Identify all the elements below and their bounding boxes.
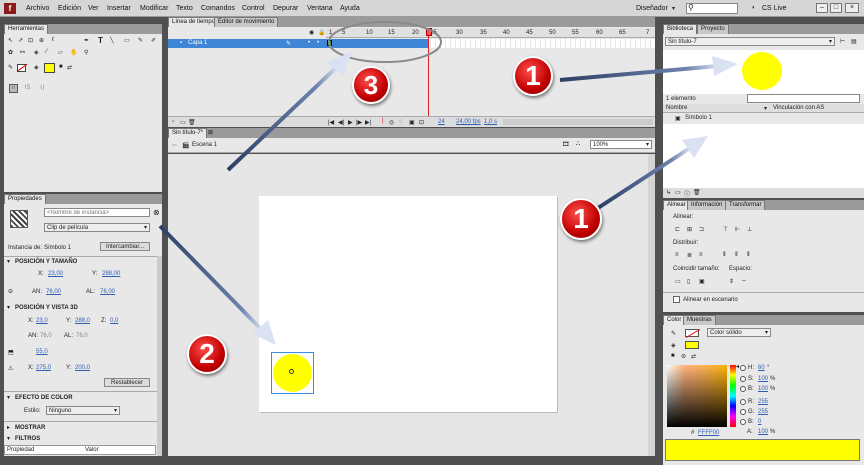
annotation-badge: 2 [187,334,227,374]
arrow-to-library-item [596,136,708,210]
annotation-badge: 1 [513,56,553,96]
arrow-to-library-preview [559,56,738,82]
arrow-to-timeline [226,52,352,172]
annotation-arrows [158,21,738,345]
arrow-to-stage-symbol [158,224,276,345]
annotation-badge: 3 [352,66,390,104]
annotation-badge: 1 [560,198,602,240]
